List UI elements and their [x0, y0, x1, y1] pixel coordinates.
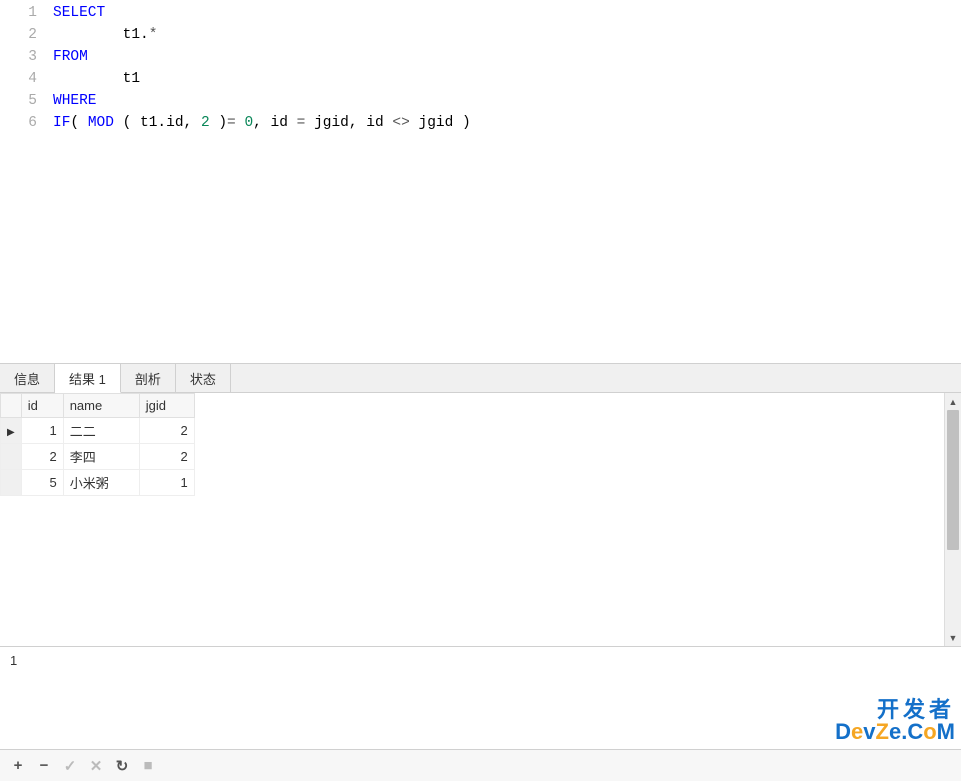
- line-number: 2: [0, 24, 37, 46]
- code-line[interactable]: SELECT: [53, 2, 961, 24]
- line-number: 4: [0, 68, 37, 90]
- row-indicator: ▶: [1, 418, 22, 444]
- code-line[interactable]: FROM: [53, 46, 961, 68]
- scroll-thumb[interactable]: [947, 410, 959, 550]
- code-line[interactable]: IF( MOD ( t1.id, 2 )= 0, id = jgid, id <…: [53, 112, 961, 134]
- column-header-name[interactable]: name: [63, 394, 139, 418]
- table-row[interactable]: 5小米粥1: [1, 470, 195, 496]
- code-line[interactable]: WHERE: [53, 90, 961, 112]
- tab-状态[interactable]: 状态: [176, 364, 231, 392]
- tab-信息[interactable]: 信息: [0, 364, 55, 392]
- line-number: 1: [0, 2, 37, 24]
- results-table: idnamejgid▶1二二22李四25小米粥1: [0, 393, 195, 496]
- status-bar: 1: [0, 646, 961, 674]
- status-text: 1: [10, 653, 17, 668]
- row-indicator: [1, 470, 22, 496]
- results-tabs: 信息结果 1剖析状态: [0, 363, 961, 393]
- cell-jgid[interactable]: 2: [139, 418, 194, 444]
- results-pane: idnamejgid▶1二二22李四25小米粥1 ▲ ▼: [0, 393, 961, 646]
- tab-结果 1[interactable]: 结果 1: [55, 364, 121, 393]
- scroll-down-icon[interactable]: ▼: [945, 629, 961, 646]
- sql-editor-pane: 123456 SELECT t1.*FROM t1WHEREIF( MOD ( …: [0, 0, 961, 363]
- line-number: 5: [0, 90, 37, 112]
- current-row-icon: ▶: [7, 427, 15, 438]
- cell-id[interactable]: 2: [21, 444, 63, 470]
- cell-name[interactable]: 李四: [63, 444, 139, 470]
- editor-code[interactable]: SELECT t1.*FROM t1WHEREIF( MOD ( t1.id, …: [45, 2, 961, 363]
- row-indicator: [1, 444, 22, 470]
- column-header-id[interactable]: id: [21, 394, 63, 418]
- line-number: 3: [0, 46, 37, 68]
- column-header-jgid[interactable]: jgid: [139, 394, 194, 418]
- line-number: 6: [0, 112, 37, 134]
- cell-name[interactable]: 二二: [63, 418, 139, 444]
- cell-name[interactable]: 小米粥: [63, 470, 139, 496]
- table-row[interactable]: ▶ 1二二2: [1, 418, 195, 444]
- cancel-button: ✕: [84, 754, 108, 778]
- bottom-toolbar: +−✓✕↻■: [0, 749, 961, 781]
- stop-button: ■: [136, 754, 160, 778]
- table-row[interactable]: 2李四2: [1, 444, 195, 470]
- cell-jgid[interactable]: 2: [139, 444, 194, 470]
- vertical-scrollbar[interactable]: ▲ ▼: [944, 393, 961, 646]
- apply-button: ✓: [58, 754, 82, 778]
- remove-button[interactable]: −: [32, 754, 56, 778]
- cell-id[interactable]: 1: [21, 418, 63, 444]
- cell-id[interactable]: 5: [21, 470, 63, 496]
- scroll-up-icon[interactable]: ▲: [945, 393, 961, 410]
- row-indicator-header: [1, 394, 22, 418]
- refresh-button[interactable]: ↻: [110, 754, 134, 778]
- results-table-wrap[interactable]: idnamejgid▶1二二22李四25小米粥1: [0, 393, 944, 646]
- editor-gutter: 123456: [0, 2, 45, 363]
- code-line[interactable]: t1.*: [53, 24, 961, 46]
- code-line[interactable]: t1: [53, 68, 961, 90]
- cell-jgid[interactable]: 1: [139, 470, 194, 496]
- tab-剖析[interactable]: 剖析: [121, 364, 176, 392]
- add-button[interactable]: +: [6, 754, 30, 778]
- spacer: [0, 674, 961, 749]
